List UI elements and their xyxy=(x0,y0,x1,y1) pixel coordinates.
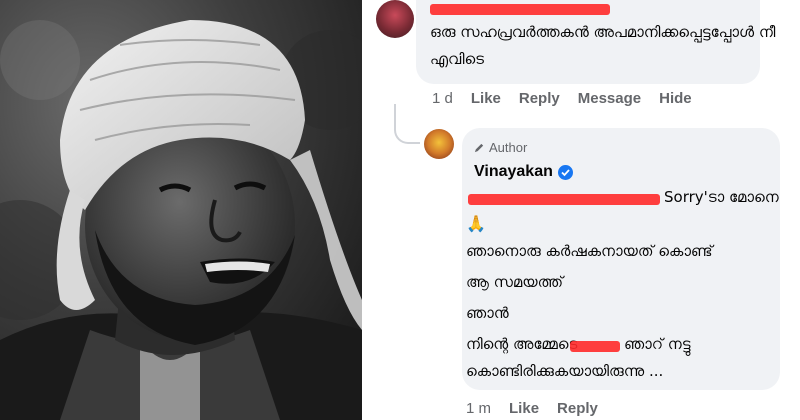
author-badge: Author xyxy=(474,140,527,155)
top-comment-hide-button[interactable]: Hide xyxy=(659,90,692,107)
pencil-icon xyxy=(474,143,484,153)
author-avatar[interactable] xyxy=(424,129,454,159)
author-name[interactable]: Vinayakan xyxy=(474,163,573,181)
verified-badge-icon xyxy=(557,164,573,180)
author-line3: ആ സമയത്ത് xyxy=(466,273,564,291)
top-comment-reply-button[interactable]: Reply xyxy=(519,90,560,107)
author-comment-actions: 1 m Like Reply xyxy=(466,400,616,417)
author-badge-label: Author xyxy=(489,140,528,155)
author-comment-reply-button[interactable]: Reply xyxy=(557,400,598,417)
author-line5-start: നിന്റെ അമ്മേടെ xyxy=(466,335,578,353)
author-line2: ഞാനൊരു കർഷകനായത് കൊണ്ട് xyxy=(466,242,713,260)
praying-hands-emoji: 🙏 xyxy=(466,214,486,233)
redacted-commenter-name xyxy=(430,4,610,15)
commenter-avatar[interactable] xyxy=(376,0,414,38)
redacted-word xyxy=(570,341,620,352)
author-comment-like-button[interactable]: Like xyxy=(509,400,539,417)
author-name-text[interactable]: Vinayakan xyxy=(474,163,553,181)
redacted-mention xyxy=(468,194,660,205)
top-comment-time[interactable]: 1 d xyxy=(432,90,453,107)
profile-photo xyxy=(0,0,362,420)
author-line1-suffix: Sorry'ടാ മോനെ xyxy=(664,188,779,206)
top-comment-line1: ഒരു സഹപ്രവർത്തകൻ അപമാനിക്കപ്പെട്ടപ്പോൾ ന… xyxy=(430,23,776,41)
author-line5-end: ഞാറ് നട്ടു xyxy=(624,335,691,353)
reply-connector xyxy=(394,104,420,144)
top-comment-message-button[interactable]: Message xyxy=(578,90,641,107)
author-comment-time[interactable]: 1 m xyxy=(466,400,491,417)
author-line4: ഞാൻ xyxy=(466,304,509,322)
author-line6: കൊണ്ടിരിക്കുകയായിരുന്നു ... xyxy=(466,362,664,380)
top-comment-line2: എവിടെ xyxy=(430,50,485,68)
comment-thread: ഒരു സഹപ്രവർത്തകൻ അപമാനിക്കപ്പെട്ടപ്പോൾ ന… xyxy=(362,0,800,420)
top-comment-actions: 1 d Like Reply Message Hide xyxy=(432,90,710,107)
top-comment-like-button[interactable]: Like xyxy=(471,90,501,107)
